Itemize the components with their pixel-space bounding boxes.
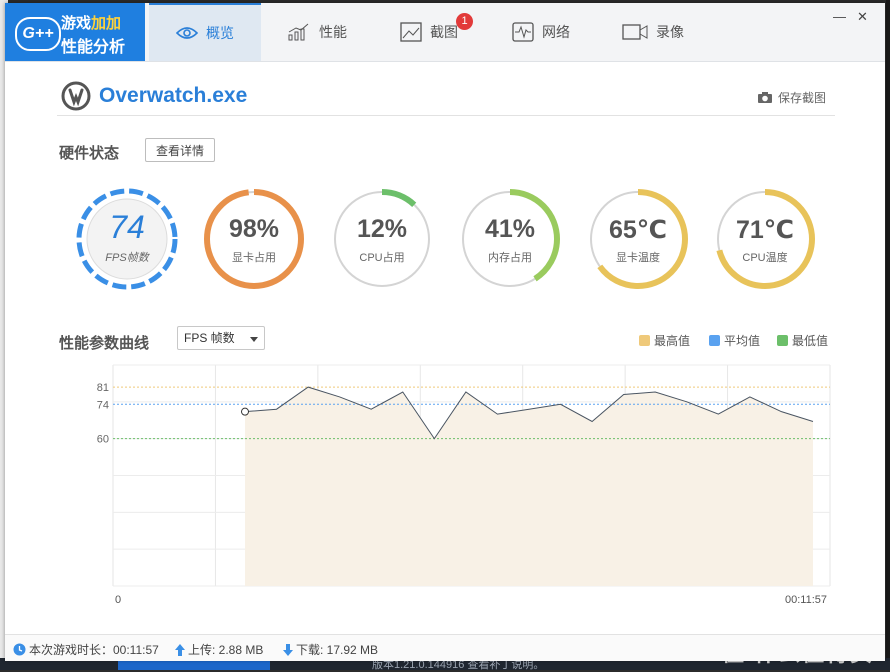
fps-chart: 81 74 60 0 00:11:57	[97, 364, 831, 606]
status-bar: 本次游戏时长：00:11:57 上传: 2.88 MB 下载: 17.92 MB	[5, 634, 885, 661]
fps-area	[245, 387, 813, 586]
play-duration: 本次游戏时长：00:11:57	[13, 641, 159, 658]
upload-text: 上传: 2.88 MB	[188, 643, 264, 657]
upload-arrow-icon	[175, 643, 185, 656]
x-end-label: 00:11:57	[785, 594, 827, 606]
upload-amount: 上传: 2.88 MB	[175, 641, 263, 658]
download-arrow-icon	[283, 643, 293, 656]
y-tick-label: 74	[97, 399, 109, 411]
x-start-label: 0	[115, 594, 121, 606]
y-tick-label: 81	[97, 382, 109, 394]
clock-icon	[13, 643, 26, 656]
app-window: G++ 游戏加加 性能分析 概览 性能 截图 1 网络 录像 — ✕ Overw…	[5, 3, 885, 661]
play-duration-text: 本次游戏时长：00:11:57	[29, 643, 159, 657]
fps-start-point	[241, 407, 249, 416]
download-text: 下载: 17.92 MB	[296, 643, 379, 657]
desktop-background-right	[886, 0, 890, 670]
y-tick-label: 60	[97, 434, 109, 446]
download-amount: 下载: 17.92 MB	[283, 641, 378, 658]
